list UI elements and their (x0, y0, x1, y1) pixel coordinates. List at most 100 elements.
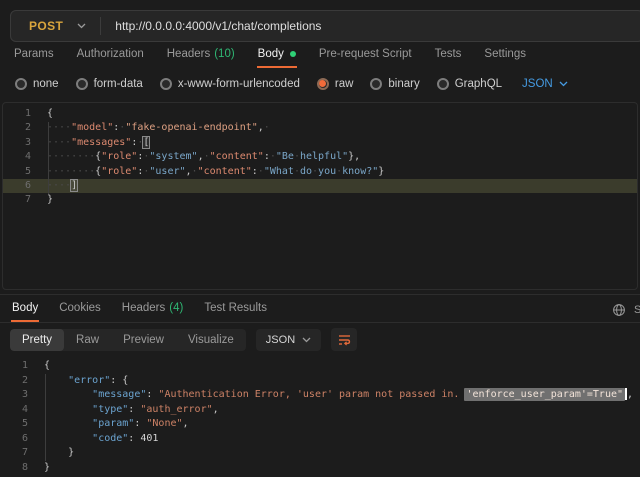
code-line[interactable]: 2····"model":·"fake-openai-endpoint",· (3, 121, 637, 135)
mode-form-data[interactable]: form-data (76, 78, 143, 90)
code-line[interactable]: 4 "type": "auth_error", (0, 403, 640, 418)
code-line[interactable]: 2 "error": { (0, 374, 640, 389)
code-token: 401 (140, 433, 158, 444)
response-tab-test-results[interactable]: Test Results (203, 297, 268, 322)
chevron-down-icon (302, 337, 311, 343)
wrap-line-button[interactable] (331, 328, 357, 351)
radio-icon (160, 78, 172, 90)
code-token: : { (110, 375, 128, 386)
code-token: "param" (92, 418, 134, 429)
code-token: { (47, 108, 53, 119)
code-token: "Be (276, 151, 294, 162)
request-language-select[interactable]: JSON (522, 78, 568, 90)
tab-pre-request-script[interactable]: Pre-request Script (318, 43, 413, 68)
code-token (44, 418, 92, 429)
url-input[interactable]: http://0.0.0.0:4000/v1/chat/completions (101, 19, 321, 33)
code-line[interactable]: 5········{"role":·"user",·"content":·"Wh… (3, 165, 637, 179)
mode-graphql[interactable]: GraphQL (437, 78, 502, 90)
line-number: 4 (0, 403, 28, 418)
code-token: know?" (342, 166, 378, 177)
code-token: ···· (47, 180, 71, 191)
view-preview[interactable]: Preview (111, 329, 176, 351)
code-token: "type" (92, 404, 128, 415)
mode-none[interactable]: none (15, 78, 59, 90)
chevron-down-icon[interactable] (77, 23, 100, 29)
code-line[interactable]: 6 "code": 401 (0, 432, 640, 447)
response-view-switcher: Pretty Raw Preview Visualize (10, 329, 246, 351)
tab-settings[interactable]: Settings (483, 43, 527, 68)
code-token (44, 389, 92, 400)
line-number: 4 (3, 150, 31, 164)
status-label-cutoff: St (634, 304, 640, 316)
code-token: "message" (92, 389, 146, 400)
code-token: "role" (101, 151, 137, 162)
line-number: 1 (0, 359, 28, 374)
radio-checked-icon (317, 78, 329, 90)
code-token: "messages" (71, 137, 131, 148)
mode-raw[interactable]: raw (317, 78, 354, 90)
code-token: "error" (68, 375, 110, 386)
tab-authorization[interactable]: Authorization (76, 43, 145, 68)
view-pretty[interactable]: Pretty (10, 329, 64, 351)
code-token: you (318, 166, 336, 177)
code-token: "role" (101, 166, 137, 177)
code-token: "code" (92, 433, 128, 444)
tab-params[interactable]: Params (13, 43, 55, 68)
line-number: 6 (0, 432, 28, 447)
method-selector[interactable]: POST (11, 19, 77, 33)
code-line[interactable]: 3····"messages":·[ (3, 136, 637, 150)
response-header: Body Cookies Headers(4) Test Results St (0, 294, 640, 323)
code-line[interactable]: 1{ (0, 359, 640, 374)
code-line[interactable]: 3 "message": "Authentication Error, 'use… (0, 388, 640, 403)
view-raw[interactable]: Raw (64, 329, 111, 351)
code-token: [ (143, 137, 149, 148)
line-number: 2 (0, 374, 28, 389)
code-token: ···· (47, 122, 71, 133)
code-token: } (378, 166, 384, 177)
line-number: 5 (0, 417, 28, 432)
tab-body[interactable]: Body (257, 43, 297, 68)
code-token: ········ (47, 151, 95, 162)
wrap-line-icon (337, 333, 352, 346)
body-mode-row: none form-data x-www-form-urlencoded raw… (0, 68, 640, 99)
code-line[interactable]: 7} (3, 193, 637, 207)
view-visualize[interactable]: Visualize (176, 329, 246, 351)
response-tab-headers[interactable]: Headers(4) (121, 297, 185, 322)
code-line[interactable]: 5 "param": "None", (0, 417, 640, 432)
code-token: "fake-openai-endpoint" (125, 122, 257, 133)
code-token: } (47, 194, 53, 205)
code-line[interactable]: 4········{"role":·"system",·"content":·"… (3, 150, 637, 164)
chevron-down-icon (559, 81, 568, 87)
mode-x-www-form-urlencoded[interactable]: x-www-form-urlencoded (160, 78, 300, 90)
code-token: ········ (47, 166, 95, 177)
tab-headers[interactable]: Headers(10) (166, 43, 236, 68)
code-token (44, 447, 68, 458)
request-code-lines: 1{2····"model":·"fake-openai-endpoint",·… (3, 107, 637, 208)
code-token: }, (348, 151, 360, 162)
code-token: "content" (210, 151, 264, 162)
globe-icon[interactable] (612, 303, 626, 317)
line-number: 7 (3, 193, 31, 207)
response-tab-body[interactable]: Body (11, 297, 39, 322)
request-body-editor[interactable]: 1{2····"model":·"fake-openai-endpoint",·… (2, 102, 638, 290)
code-line[interactable]: 1{ (3, 107, 637, 121)
code-line[interactable]: 7 } (0, 446, 640, 461)
code-line[interactable]: 8} (0, 461, 640, 476)
line-number: 3 (3, 136, 31, 150)
request-url-row: POST http://0.0.0.0:4000/v1/chat/complet… (0, 0, 640, 42)
tab-tests[interactable]: Tests (434, 43, 463, 68)
radio-icon (370, 78, 382, 90)
response-tab-cookies[interactable]: Cookies (58, 297, 102, 322)
code-token: "Authentication Error, 'user' param not … (158, 389, 459, 400)
response-body-viewer[interactable]: 1{2 "error": {3 "message": "Authenticati… (0, 356, 640, 477)
code-token: , (213, 404, 219, 415)
code-line[interactable]: 6····] (3, 179, 637, 193)
request-tabs: Params Authorization Headers(10) Body Pr… (0, 42, 640, 68)
response-code-lines: 1{2 "error": {3 "message": "Authenticati… (0, 359, 640, 475)
line-number: 1 (3, 107, 31, 121)
line-number: 6 (3, 179, 31, 193)
response-language-select[interactable]: JSON (256, 329, 321, 351)
indent-guide (48, 122, 49, 194)
code-token: "user" (149, 166, 185, 177)
mode-binary[interactable]: binary (370, 78, 419, 90)
